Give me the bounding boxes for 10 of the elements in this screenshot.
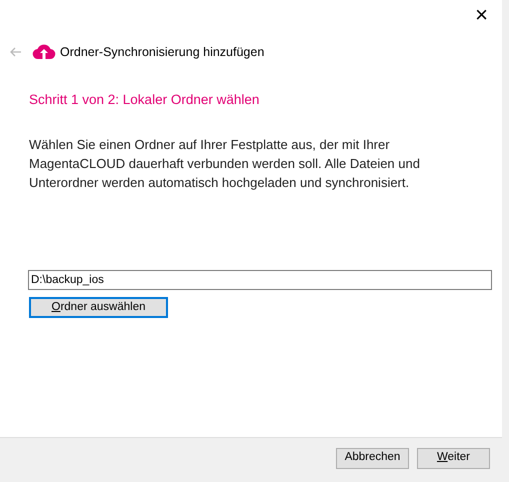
dialog-button[interactable]: Abbrechen: [336, 448, 409, 468]
dialog-title: Ordner-Synchronisierung hinzufügen: [60, 44, 264, 61]
step-heading: Schritt 1 von 2: Lokaler Ordner wählen: [29, 90, 260, 109]
choose-folder-button[interactable]: Ordner auswählen: [29, 297, 168, 318]
dialog-button[interactable]: Weiter: [417, 448, 490, 468]
back-arrow-icon[interactable]: [10, 47, 22, 58]
cloud-upload-icon: [32, 44, 56, 60]
folder-path-field[interactable]: D:\backup_ios: [28, 270, 492, 290]
description-text: Wählen Sie einen Ordner auf Ihrer Festplatte aus, der mit Ihrer MagentaCLOUD dauerhaft verbunden werden soll. Alle Dateien und Unterordner werden automatisch hochgeladen und synchronisiert.: [29, 136, 421, 192]
close-button[interactable]: ×: [475, 4, 488, 26]
